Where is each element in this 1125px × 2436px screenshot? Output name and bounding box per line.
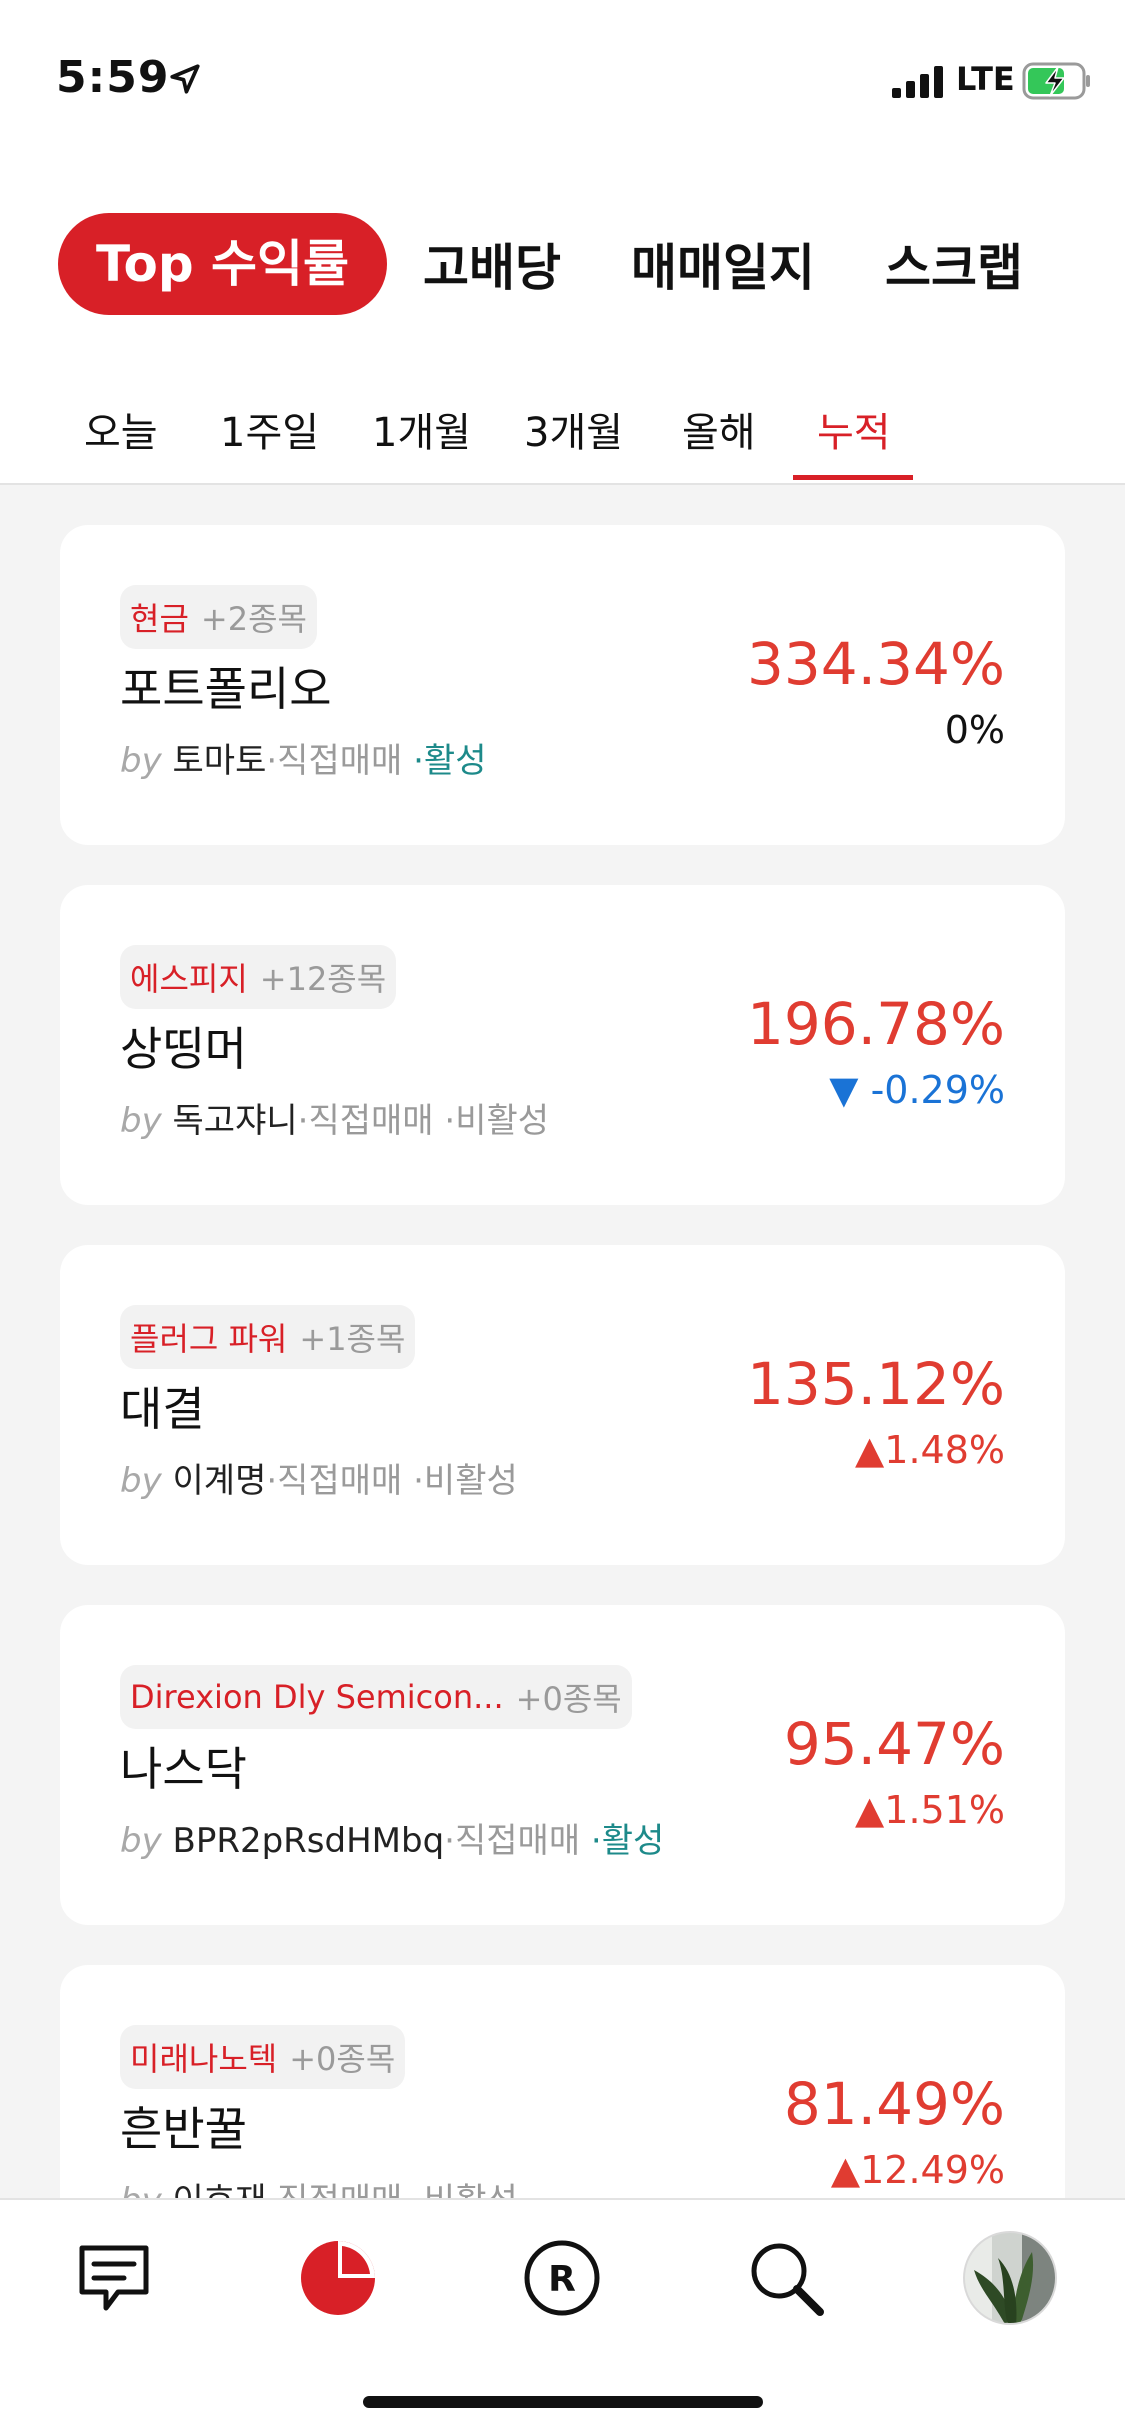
header: Top 수익률 고배당 매매일지 스크랩 오늘 1주일 1개월 3개월 올해 누…: [0, 160, 1125, 485]
portfolio-meta: by BPR2pRsdHMbq·직접매매 ·활성: [120, 1813, 664, 1862]
main-tabs: Top 수익률 고배당 매매일지 스크랩: [58, 212, 1093, 316]
period-tab-cumulative[interactable]: 누적: [817, 400, 891, 458]
top-holding-chip: 미래나노텍 +0종목: [120, 2025, 406, 2089]
portfolio-card[interactable]: 플러그 파워 +1종목 대결 by 이계명·직접매매 ·비활성 135.12% …: [60, 1245, 1065, 1565]
portfolio-name: 흔반꿀: [120, 2102, 247, 2156]
top-holding-name: Direxion Dly Semicon...: [130, 1678, 504, 1716]
by-label: by: [120, 1101, 162, 1141]
trade-type: ·직접매매: [266, 1461, 403, 1501]
status-label: ·활성: [413, 741, 487, 781]
top-holding-chip: 현금 +2종목: [120, 585, 317, 649]
home-indicator: [363, 2396, 763, 2408]
change-number: 1.51%: [884, 1788, 1005, 1832]
portfolio-name: 포트폴리오: [120, 662, 332, 716]
nav-r[interactable]: R: [512, 2228, 612, 2328]
up-arrow-icon: ▲: [855, 1428, 885, 1472]
portfolio-meta: by 토마토·직접매매 ·활성: [120, 733, 486, 782]
tab-trade-journal[interactable]: 매매일지: [631, 228, 815, 300]
change-number: 1.48%: [884, 1428, 1005, 1472]
return-value: 81.49%: [783, 2070, 1005, 2138]
nav-search[interactable]: [736, 2228, 836, 2328]
change-value: ▲1.51%: [855, 1788, 1005, 1832]
change-value: ▲12.49%: [831, 2148, 1005, 2192]
portfolio-card[interactable]: 현금 +2종목 포트폴리오 by 토마토·직접매매 ·활성 334.34% 0%: [60, 525, 1065, 845]
owner-name[interactable]: BPR2pRsdHMbq: [173, 1821, 445, 1861]
tab-scrap[interactable]: 스크랩: [885, 228, 1023, 300]
r-circle-icon: R: [524, 2240, 600, 2316]
change-value: ▲1.48%: [855, 1428, 1005, 1472]
extra-holdings-count: +0종목: [289, 2040, 396, 2078]
profile-avatar: [963, 2231, 1057, 2325]
change-value: ▼ -0.29%: [829, 1068, 1005, 1112]
tab-top-returns[interactable]: Top 수익률: [58, 213, 388, 315]
tab-high-dividend[interactable]: 고배당: [423, 228, 561, 300]
extra-holdings-count: +1종목: [299, 1320, 406, 1358]
status-label: ·비활성: [444, 1101, 550, 1141]
svg-text:R: R: [548, 2259, 576, 2300]
active-tab-underline: [793, 475, 913, 480]
owner-name[interactable]: 이계명: [173, 1461, 267, 1501]
change-number: 12.49%: [860, 2148, 1005, 2192]
period-tab-today[interactable]: 오늘: [84, 400, 158, 458]
owner-name[interactable]: 독고쟈니: [173, 1101, 298, 1141]
trade-type: ·직접매매: [297, 1101, 434, 1141]
period-tab-1-month[interactable]: 1개월: [372, 400, 471, 458]
period-tab-this-year[interactable]: 올해: [682, 400, 756, 458]
owner-name[interactable]: 토마토: [173, 741, 267, 781]
battery-charging-icon: [1022, 62, 1090, 100]
signal-icon: [892, 66, 943, 98]
status-time: 5:59: [56, 52, 170, 103]
period-tab-1-week[interactable]: 1주일: [220, 400, 319, 458]
by-label: by: [120, 1821, 162, 1861]
extra-holdings-count: +2종목: [200, 600, 307, 638]
chat-icon: [79, 2245, 149, 2311]
return-value: 334.34%: [746, 630, 1005, 698]
by-label: by: [120, 741, 162, 781]
portfolio-card[interactable]: 에스피지 +12종목 상띵머 by 독고쟈니·직접매매 ·비활성 196.78%…: [60, 885, 1065, 1205]
portfolio-name: 상띵머: [120, 1022, 247, 1076]
portfolio-pie-icon: [301, 2241, 375, 2315]
screen: 5:59 LTE Top 수익률 고배당 매매일지 스크랩 오늘 1주일 1개월…: [0, 0, 1125, 2436]
nav-portfolio[interactable]: [288, 2228, 388, 2328]
top-holding-chip: 플러그 파워 +1종목: [120, 1305, 416, 1369]
portfolio-meta: by 이계명·직접매매 ·비활성: [120, 1453, 518, 1502]
top-holding-chip: Direxion Dly Semicon... +0종목: [120, 1665, 632, 1729]
status-bar: 5:59 LTE: [0, 0, 1125, 160]
return-value: 196.78%: [746, 990, 1005, 1058]
portfolio-name: 대결: [120, 1382, 205, 1436]
location-arrow-icon: [170, 64, 200, 94]
nav-chat[interactable]: [64, 2228, 164, 2328]
trade-type: ·직접매매: [266, 741, 403, 781]
return-value: 135.12%: [746, 1350, 1005, 1418]
top-holding-name: 플러그 파워: [130, 1320, 288, 1358]
change-value: 0%: [945, 708, 1005, 752]
top-holding-name: 에스피지: [130, 960, 248, 998]
top-holding-name: 미래나노텍: [130, 2040, 278, 2078]
nav-profile[interactable]: [960, 2228, 1060, 2328]
portfolio-meta: by 독고쟈니·직접매매 ·비활성: [120, 1093, 549, 1142]
return-value: 95.47%: [783, 1710, 1005, 1778]
extra-holdings-count: +12종목: [259, 960, 387, 998]
portfolio-card[interactable]: Direxion Dly Semicon... +0종목 나스닥 by BPR2…: [60, 1605, 1065, 1925]
change-number: -0.29%: [870, 1068, 1005, 1112]
up-arrow-icon: ▲: [855, 1788, 885, 1832]
top-holding-name: 현금: [130, 600, 189, 638]
extra-holdings-count: +0종목: [515, 1680, 622, 1718]
top-holding-chip: 에스피지 +12종목: [120, 945, 397, 1009]
down-arrow-icon: ▼: [829, 1068, 859, 1112]
portfolio-name: 나스닥: [120, 1742, 247, 1796]
network-type: LTE: [956, 60, 1015, 98]
status-label: ·비활성: [413, 1461, 518, 1501]
period-tabs: 오늘 1주일 1개월 3개월 올해 누적: [0, 360, 1125, 485]
trade-type: ·직접매매: [444, 1821, 581, 1861]
period-tab-3-months[interactable]: 3개월: [524, 400, 623, 458]
by-label: by: [120, 1461, 162, 1501]
up-arrow-icon: ▲: [830, 2148, 861, 2192]
status-label: ·활성: [590, 1821, 665, 1861]
search-icon: [751, 2243, 824, 2316]
change-number: 0%: [944, 708, 1005, 752]
